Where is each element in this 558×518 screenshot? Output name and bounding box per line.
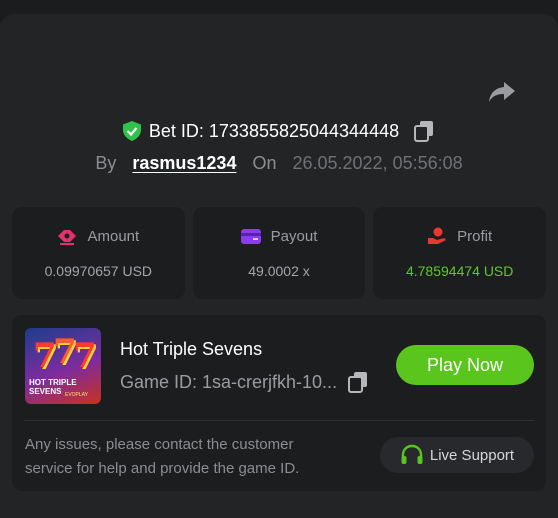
bet-id-row: Bet ID: 1733855825044344448	[0, 120, 558, 142]
profit-value: 4.78594474 USD	[405, 263, 514, 279]
on-label: On	[252, 153, 277, 173]
thumbnail-brand: EVOPLAY	[65, 392, 88, 398]
copy-bet-id-icon[interactable]	[413, 120, 435, 142]
amount-value: 0.09970657 USD	[44, 263, 153, 279]
bet-datetime: 26.05.2022, 05:56:08	[292, 153, 463, 173]
game-card: 7 7 7 HOT TRIPLE SEVENS EVOPLAY Hot Trip…	[12, 315, 546, 491]
live-support-label: Live Support	[429, 446, 515, 464]
support-notice: Any issues, please contact the customer …	[25, 436, 300, 477]
wallet-icon	[240, 229, 261, 244]
game-id-text: Game ID: 1sa-crerjfkh-10...	[120, 371, 338, 392]
username-link[interactable]: rasmus1234	[132, 153, 236, 174]
share-icon[interactable]	[488, 80, 516, 104]
amount-icon	[58, 230, 77, 245]
bet-meta-row: By rasmus1234 On 26.05.2022, 05:56:08	[0, 153, 558, 174]
profit-card: Profit 4.78594474 USD	[373, 207, 547, 299]
bet-id-text: Bet ID: 1733855825044344448	[148, 120, 400, 141]
amount-card: Amount 0.09970657 USD	[12, 207, 185, 299]
profit-label: Profit	[457, 227, 493, 245]
payout-label: Payout	[270, 227, 318, 245]
play-now-button[interactable]: Play Now	[396, 345, 534, 385]
payout-value: 49.0002 x	[248, 263, 310, 279]
bet-stats: Amount 0.09970657 USD Payout 49.0002 x P…	[12, 207, 547, 299]
live-support-button[interactable]: Live Support	[380, 437, 534, 473]
payout-card: Payout 49.0002 x	[192, 207, 366, 299]
by-label: By	[95, 153, 117, 173]
game-id-row: Game ID: 1sa-crerjfkh-10...	[120, 371, 369, 393]
hand-coin-icon	[428, 227, 447, 244]
game-title: Hot Triple Sevens	[120, 339, 263, 359]
game-thumbnail[interactable]: 7 7 7 HOT TRIPLE SEVENS EVOPLAY	[25, 328, 101, 404]
divider	[24, 420, 534, 421]
amount-label: Amount	[87, 227, 140, 245]
verified-shield-icon	[122, 121, 141, 141]
headset-icon	[401, 444, 423, 464]
copy-game-id-icon[interactable]	[347, 371, 369, 393]
